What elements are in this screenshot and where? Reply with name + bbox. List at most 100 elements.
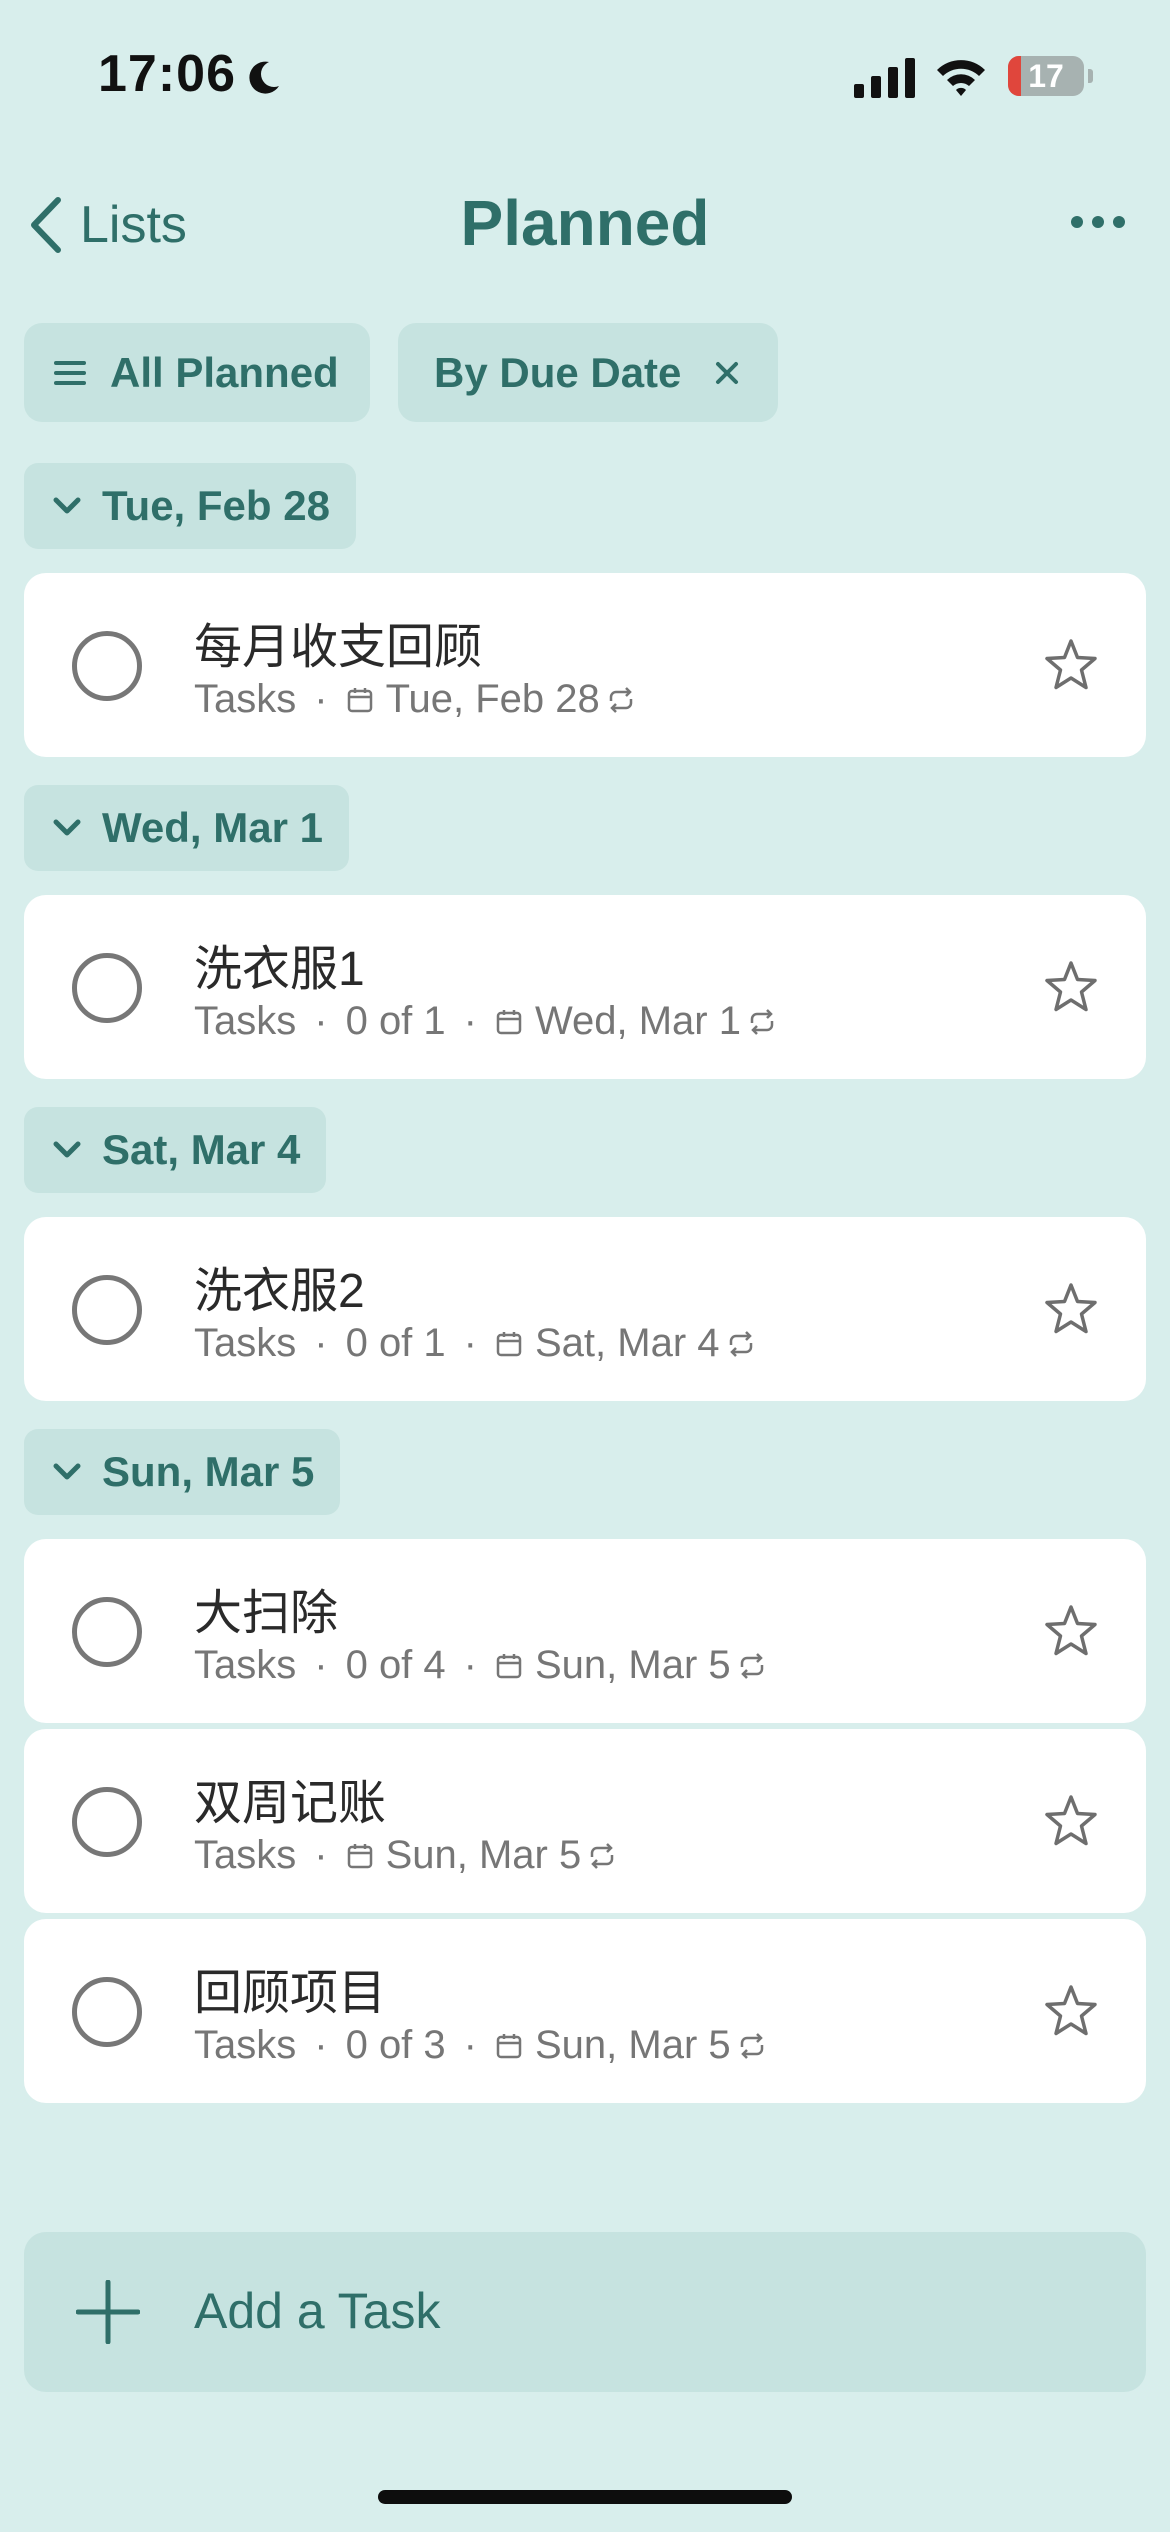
calendar-icon [347,1843,372,1868]
chevron-down-icon [53,1141,81,1158]
all-planned-label: All Planned [110,348,339,396]
plus-icon [76,2280,140,2344]
repeat-icon [750,1008,774,1035]
task-list-name: Tasks [194,1643,297,1687]
group-header-mar-4[interactable]: Sat, Mar 4 [24,1107,327,1193]
task-card[interactable]: 洗衣服2 Tasks · 0 of 1 · Sat, Mar 4 [24,1217,1146,1401]
meta-separator: · [314,1321,328,1365]
task-step-progress: 0 of 3 [345,2023,446,2067]
meta-separator: · [463,2023,477,2067]
all-planned-filter[interactable]: All Planned [24,323,370,422]
task-meta: Tasks · Sun, Mar 5 [194,1833,617,1878]
moon-icon [249,61,279,94]
status-bar: 17:06 17 [0,0,1170,150]
calendar-icon [496,1009,522,1034]
add-task-button[interactable]: Add a Task [24,2232,1146,2392]
task-due-date: Sat, Mar 4 [534,1321,720,1365]
battery-indicator: 17 [1008,56,1093,96]
star-icon[interactable] [1042,1983,1100,2039]
group-header-mar-1[interactable]: Wed, Mar 1 [24,785,349,871]
complete-checkbox[interactable] [72,953,142,1023]
task-title: 大扫除 [194,1587,339,1640]
meta-separator: · [314,2023,328,2067]
chevron-down-icon [53,497,81,514]
repeat-icon [609,686,633,713]
chevron-left-icon [31,197,61,253]
task-card[interactable]: 洗衣服1 Tasks · 0 of 1 · Wed, Mar 1 [24,895,1146,1079]
task-title: 回顾项目 [194,1967,387,2020]
task-list-name: Tasks [194,1321,297,1365]
task-due-date: Wed, Mar 1 [534,999,741,1043]
task-due-date: Sun, Mar 5 [534,2023,731,2067]
task-step-progress: 0 of 1 [345,1321,446,1365]
task-title: 每月收支回顾 [194,621,483,674]
group-label: Sat, Mar 4 [102,1126,301,1173]
task-card[interactable]: 回顾项目 Tasks · 0 of 3 · Sun, Mar 5 [24,1919,1146,2103]
more-horizontal-icon[interactable] [1068,202,1128,242]
task-step-progress: 0 of 1 [345,999,446,1043]
close-icon[interactable] [715,361,739,385]
back-button[interactable]: Lists [26,190,187,260]
task-due-date: Sun, Mar 5 [534,1643,731,1687]
task-meta: Tasks · Tue, Feb 28 [194,677,636,722]
group-label: Tue, Feb 28 [102,482,330,529]
group-label: Sun, Mar 5 [102,1448,315,1495]
meta-separator: · [314,677,328,721]
meta-separator: · [463,1643,477,1687]
calendar-icon [347,687,372,712]
task-meta: Tasks · 0 of 4 · Sun, Mar 5 [194,1643,767,1688]
task-due-date: Tue, Feb 28 [385,677,600,721]
task-title: 双周记账 [194,1777,387,1830]
back-label: Lists [80,196,187,254]
meta-separator: · [463,1321,477,1365]
task-card[interactable]: 每月收支回顾 Tasks · Tue, Feb 28 [24,573,1146,757]
task-step-progress: 0 of 4 [345,1643,446,1687]
complete-checkbox[interactable] [72,1275,142,1345]
status-time: 17:06 [98,45,236,103]
calendar-icon [496,1331,522,1356]
chevron-down-icon [53,1463,81,1480]
calendar-icon [496,1653,522,1678]
list-icon [54,360,86,385]
star-icon[interactable] [1042,959,1100,1015]
meta-separator: · [463,999,477,1043]
home-indicator[interactable] [378,2490,792,2504]
task-title: 洗衣服2 [194,1265,365,1318]
task-due-date: Sun, Mar 5 [385,1833,582,1877]
star-icon[interactable] [1042,637,1100,693]
group-label: Wed, Mar 1 [102,804,323,851]
repeat-icon [740,1652,763,1679]
meta-separator: · [314,1643,328,1687]
task-list-name: Tasks [194,2023,297,2067]
chevron-down-icon [53,819,81,836]
star-icon[interactable] [1042,1603,1100,1659]
complete-checkbox[interactable] [72,1977,142,2047]
star-icon[interactable] [1042,1281,1100,1337]
task-title: 洗衣服1 [194,943,365,996]
sort-label: By Due Date [434,348,682,396]
task-meta: Tasks · 0 of 1 · Wed, Mar 1 [194,999,777,1044]
complete-checkbox[interactable] [72,631,142,701]
meta-separator: · [314,999,328,1043]
task-list-name: Tasks [194,1833,297,1877]
repeat-icon [729,1330,752,1357]
task-list-name: Tasks [194,999,297,1043]
task-card[interactable]: 双周记账 Tasks · Sun, Mar 5 [24,1729,1146,1913]
wifi-icon [937,60,985,96]
group-header-feb-28[interactable]: Tue, Feb 28 [24,463,356,549]
repeat-icon [590,1842,614,1869]
complete-checkbox[interactable] [72,1597,142,1667]
star-icon[interactable] [1042,1793,1100,1849]
group-header-mar-5[interactable]: Sun, Mar 5 [24,1429,341,1515]
add-task-label: Add a Task [194,2283,441,2339]
task-card[interactable]: 大扫除 Tasks · 0 of 4 · Sun, Mar 5 [24,1539,1146,1723]
task-list-name: Tasks [194,677,297,721]
sort-by-due-date-chip[interactable]: By Due Date [398,323,778,422]
task-meta: Tasks · 0 of 1 · Sat, Mar 4 [194,1321,756,1366]
task-meta: Tasks · 0 of 3 · Sun, Mar 5 [194,2023,767,2068]
meta-separator: · [314,1833,328,1877]
repeat-icon [740,2032,763,2059]
cellular-signal-icon [854,58,915,98]
complete-checkbox[interactable] [72,1787,142,1857]
calendar-icon [496,2033,522,2058]
